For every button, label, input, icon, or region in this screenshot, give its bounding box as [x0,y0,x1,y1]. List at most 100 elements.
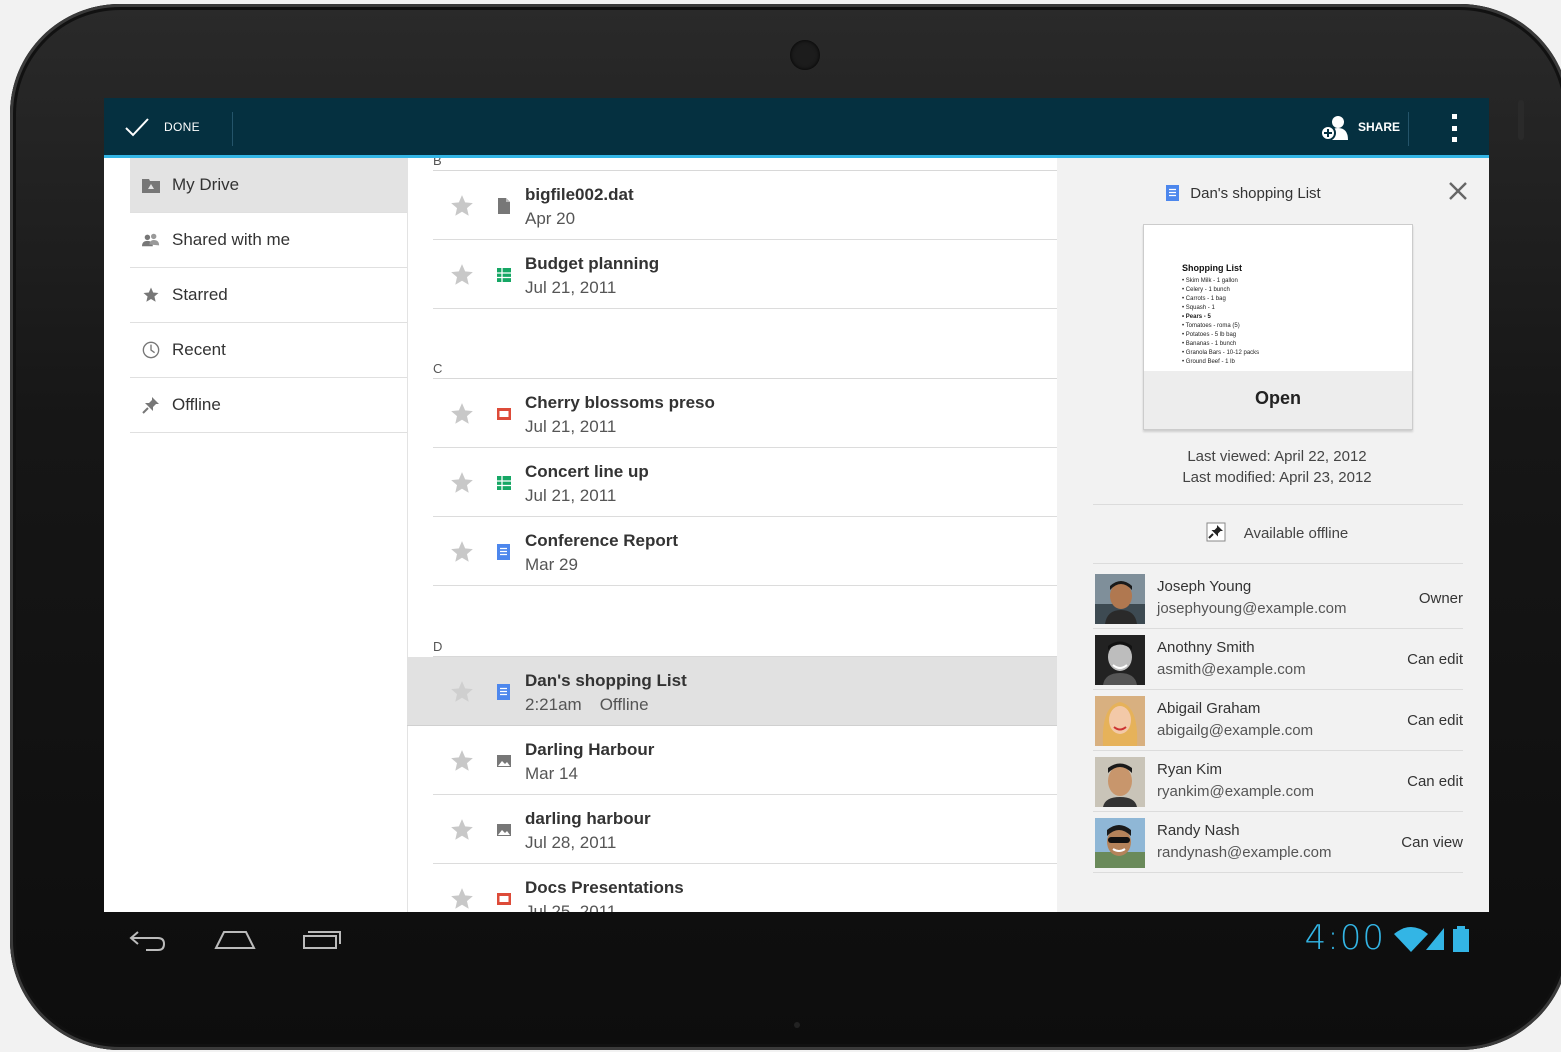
file-row-selected[interactable]: Dan's shopping List 2:21am Offline [407,657,1057,726]
preview-item: Tomatoes - roma (5) [1182,322,1259,331]
collaborator-email: randynash@example.com [1157,844,1332,861]
divider [1093,563,1463,564]
section-header: C [433,356,1057,379]
details-title: Dan's shopping List [1057,185,1430,202]
file-date: Mar 29 [525,555,578,574]
nav-label: My Drive [172,175,240,194]
collaborator-role: Can edit [1407,712,1463,729]
collaborator-email: ryankim@example.com [1157,783,1314,800]
drive-folder-icon [142,176,160,194]
collaborator-role: Can view [1401,834,1463,851]
file-row[interactable]: bigfile002.dat Apr 20 [433,171,1057,240]
done-button[interactable]: DONE [104,98,232,155]
file-name: Cherry blossoms preso [525,393,715,412]
file-name: Concert line up [525,462,649,481]
file-row[interactable]: Concert line up Jul 21, 2011 [433,448,1057,517]
done-label: DONE [164,119,200,134]
available-offline-toggle[interactable]: Available offline [1057,522,1489,542]
file-row[interactable]: Conference Report Mar 29 [433,517,1057,586]
star-toggle-icon[interactable] [449,401,475,427]
preview-item: Carrots - 1 bag [1182,295,1259,304]
divider [232,112,233,146]
preview-item: Granola Bars - 10-12 packs [1182,349,1259,358]
avatar [1095,757,1145,807]
collaborator-name: Abigail Graham [1157,700,1261,717]
star-toggle-icon[interactable] [449,817,475,843]
preview-item: Potatoes - 5 lb bag [1182,331,1259,340]
document-icon [1166,185,1180,201]
star-toggle-icon[interactable] [449,679,475,705]
document-icon [497,684,510,700]
nav-item-offline[interactable]: Offline [130,378,407,433]
star-toggle-icon[interactable] [449,262,475,288]
nav-item-my-drive[interactable]: My Drive [130,158,407,213]
file-name: bigfile002.dat [525,185,634,204]
nav-item-shared-with-me[interactable]: Shared with me [130,213,407,268]
preview-item: Skim Milk - 1 gallon [1182,277,1259,286]
preview-item: Bananas - 1 bunch [1182,340,1259,349]
star-toggle-icon[interactable] [449,539,475,565]
file-date: 2:21am Offline [525,695,649,714]
open-button[interactable]: Open [1144,388,1412,409]
last-viewed: Last viewed: April 22, 2012 [1187,448,1367,465]
app-screen: DONE SHARE My Drive Shared with me Starr… [104,98,1489,912]
file-name: Docs Presentations [525,878,684,897]
star-toggle-icon[interactable] [449,886,475,912]
file-name: Budget planning [525,254,660,273]
collaborator-email: asmith@example.com [1157,661,1306,678]
navigation-drawer: My Drive Shared with me Starred Recent O… [104,158,408,912]
clock-icon [142,341,160,359]
share-label: SHARE [1358,119,1401,134]
collaborator-row[interactable]: Abigail Graham abigailg@example.com Can … [1093,690,1463,751]
preview-item: Squash - 1 [1182,304,1259,313]
document-icon [497,544,510,560]
star-toggle-icon[interactable] [449,748,475,774]
preview-item: Pears - 5 [1182,313,1259,322]
file-date: Apr 20 [525,209,576,228]
overflow-menu-icon[interactable] [1444,114,1464,142]
nav-label: Recent [172,340,226,359]
file-row[interactable]: Darling Harbour Mar 14 [433,726,1057,795]
file-date: Jul 21, 2011 [525,486,617,505]
collaborator-name: Anothny Smith [1157,639,1255,656]
nav-item-starred[interactable]: Starred [130,268,407,323]
share-button[interactable]: SHARE [1320,98,1400,155]
star-toggle-icon[interactable] [449,193,475,219]
collaborator-row[interactable]: Randy Nash randynash@example.com Can vie… [1093,812,1463,873]
recent-apps-icon[interactable] [302,928,342,950]
offline-status: Offline [599,695,649,714]
avatar [1095,696,1145,746]
nav-item-recent[interactable]: Recent [130,323,407,378]
file-date: Jul 25, 2011 [525,902,617,912]
document-preview[interactable]: Shopping List Skim Milk - 1 gallon Celer… [1143,224,1413,430]
image-icon [497,755,511,767]
details-panel: Dan's shopping List Shopping List Skim M… [1057,158,1489,912]
star-toggle-icon[interactable] [449,470,475,496]
device-dot [794,1022,800,1028]
nav-label: Offline [172,395,221,414]
file-date: Jul 21, 2011 [525,417,617,436]
collaborator-row[interactable]: Joseph Young josephyoung@example.com Own… [1093,568,1463,629]
divider [1408,112,1409,146]
offline-pin-checkbox-icon [1206,522,1226,542]
file-row[interactable]: Docs Presentations Jul 25, 2011 [433,864,1057,912]
collaborator-row[interactable]: Anothny Smith asmith@example.com Can edi… [1093,629,1463,690]
file-row[interactable]: darling harbour Jul 28, 2011 [433,795,1057,864]
section-header: B [433,158,1057,171]
nav-label: Starred [172,285,228,304]
home-icon[interactable] [214,928,256,950]
file-name: Conference Report [525,531,679,550]
collaborator-role: Can edit [1407,651,1463,668]
collaborator-email: josephyoung@example.com [1157,600,1347,617]
avatar [1095,635,1145,685]
close-icon[interactable] [1447,180,1469,202]
collaborator-row[interactable]: Ryan Kim ryankim@example.com Can edit [1093,751,1463,812]
file-row[interactable]: Budget planning Jul 21, 2011 [433,240,1057,309]
nav-label: Shared with me [172,230,291,249]
file-row[interactable]: Cherry blossoms preso Jul 21, 2011 [433,379,1057,448]
file-icon [498,198,510,214]
preview-list: Skim Milk - 1 gallon Celery - 1 bunch Ca… [1182,277,1259,367]
back-icon[interactable] [128,928,168,952]
pin-icon [142,396,160,414]
presentation-icon [497,408,511,420]
